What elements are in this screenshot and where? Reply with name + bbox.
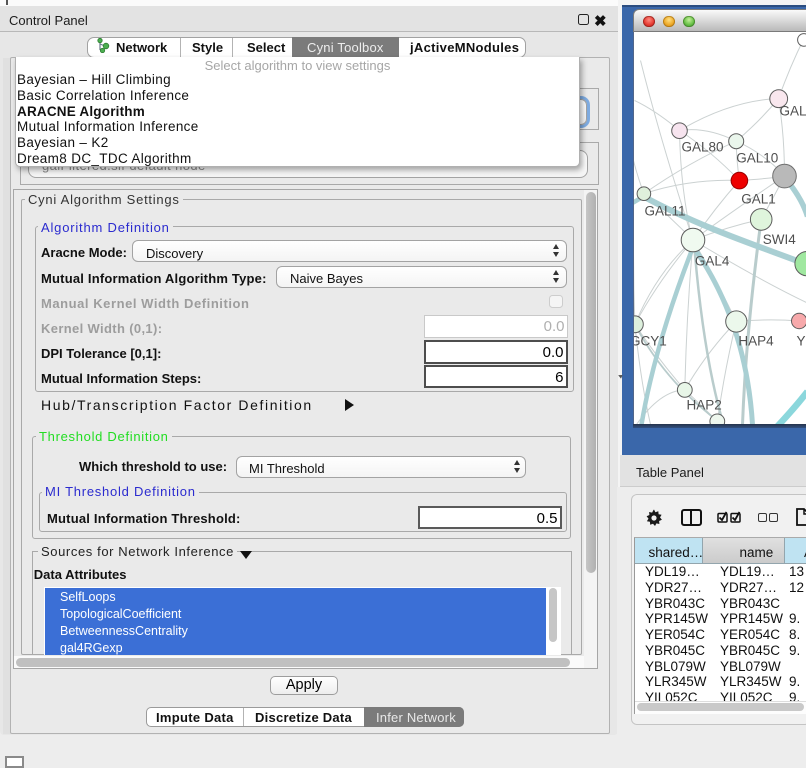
svg-text:GAL11: GAL11 — [645, 203, 686, 218]
svg-text:GAL10: GAL10 — [736, 150, 778, 165]
svg-text:HAP2: HAP2 — [687, 397, 722, 412]
svg-text:GCY1: GCY1 — [634, 333, 667, 348]
svg-text:GAL80: GAL80 — [682, 139, 724, 154]
svg-text:SWI4: SWI4 — [763, 232, 796, 247]
svg-text:HAP4: HAP4 — [738, 333, 774, 348]
svg-text:YM: YM — [797, 333, 806, 348]
svg-text:GAL1: GAL1 — [741, 191, 776, 206]
svg-text:GAL4: GAL4 — [695, 253, 730, 268]
svg-text:GAL: GAL — [780, 103, 806, 118]
